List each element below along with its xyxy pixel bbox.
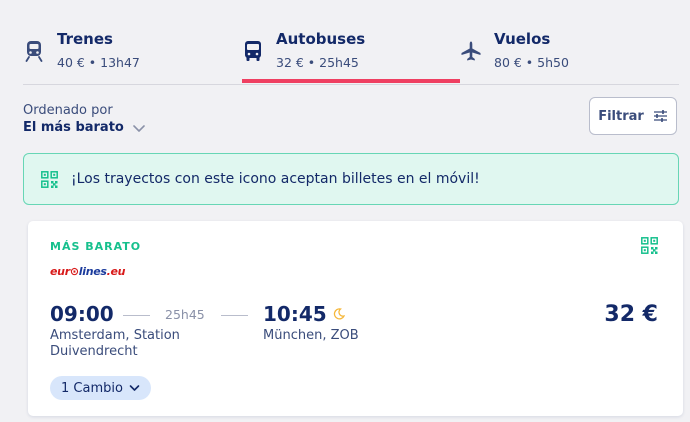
tab-label: Trenes [57, 30, 113, 48]
chevron-down-icon [133, 124, 145, 132]
tab-label: Vuelos [494, 30, 551, 48]
qr-code-icon [641, 237, 658, 254]
route-line-left [123, 315, 150, 316]
arrival-time: 10:45 [263, 302, 327, 326]
tab-label: Autobuses [276, 30, 366, 48]
arrival-station: München, ZOB [263, 328, 359, 343]
transport-tabs: Trenes 40 € • 13h47 Autobuses 32 € • 25h… [23, 20, 679, 85]
departure-station-line: Amsterdam, Station [50, 328, 180, 343]
cheapest-badge: MÁS BARATO [50, 240, 142, 253]
trip-duration: 25h45 [165, 307, 205, 322]
changes-label: 1 Cambio [61, 380, 123, 396]
filter-button[interactable]: Filtrar [589, 97, 677, 135]
trip-price: 32 € [604, 302, 658, 327]
qr-code-icon [41, 170, 58, 188]
tab-price-duration: 40 € • 13h47 [57, 55, 140, 70]
departure-station: Amsterdam, Station Duivendrecht [50, 328, 180, 360]
sort-label: Ordenado por [23, 103, 113, 118]
changes-toggle[interactable]: 1 Cambio [50, 376, 151, 400]
chevron-down-icon [129, 385, 140, 391]
tab-price-duration: 32 € • 25h45 [276, 55, 359, 70]
tab-price-duration: 80 € • 5h50 [494, 55, 569, 70]
train-icon [25, 41, 43, 62]
operator-logo: eur⊙lines.eu [50, 265, 126, 278]
sort-value[interactable]: El más barato [23, 120, 146, 135]
filter-label: Filtrar [598, 108, 644, 124]
departure-time: 09:00 [50, 302, 114, 326]
trip-result-card[interactable]: MÁS BARATO eur⊙lines.eu 09:00 25h45 10:4… [28, 221, 683, 416]
route-line-right [221, 315, 248, 316]
bus-icon [245, 41, 261, 61]
plane-icon [461, 41, 481, 61]
banner-text: ¡Los trayectos con este icono aceptan bi… [71, 171, 480, 187]
sort-value-text: El más barato [23, 120, 124, 135]
arrival-time-group: 10:45 [263, 302, 345, 326]
mobile-ticket-banner: ¡Los trayectos con este icono aceptan bi… [23, 153, 679, 205]
sort-selector[interactable]: Ordenado por El más barato [23, 103, 146, 135]
departure-station-line: Duivendrecht [50, 344, 138, 359]
sliders-icon [653, 110, 667, 122]
active-tab-indicator [242, 79, 460, 83]
moon-icon [333, 308, 345, 320]
